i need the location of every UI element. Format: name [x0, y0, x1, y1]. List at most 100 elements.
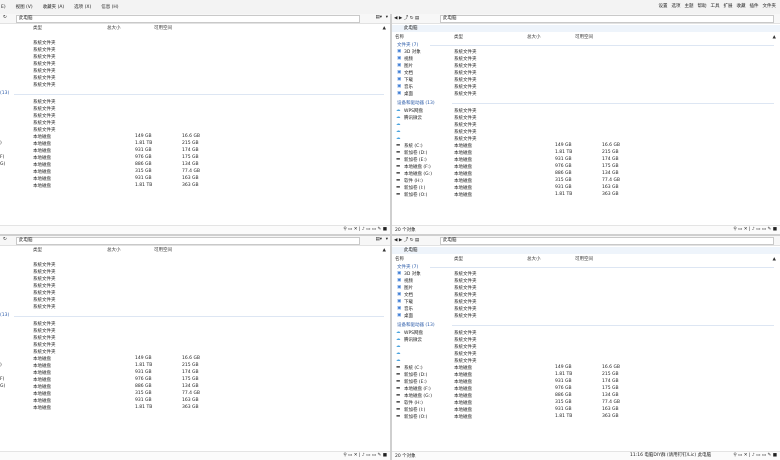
table-row[interactable]: ▬ 新加卷 (I:) 本地磁盘 931 GB 163 GB — [392, 407, 780, 414]
table-row[interactable]: 系统文件夹 — [0, 349, 390, 356]
header-type[interactable]: 类型 — [33, 247, 42, 253]
table-row[interactable]: ▬ 本地磁盘 (G:) 本地磁盘 886 GB 134 GB — [392, 393, 780, 400]
view-icon[interactable]: ▤▾ — [375, 237, 382, 242]
table-row[interactable]: 系统文件夹 — [0, 321, 390, 328]
menu-item[interactable]: 选项 (X) — [74, 5, 91, 10]
view-icon[interactable]: ▤▾ — [375, 15, 382, 20]
table-row[interactable]: 系统文件夹 — [0, 61, 390, 68]
nav-icons[interactable]: ◀ ▶ ⤴ ↻ ▤ — [394, 237, 419, 243]
header-type[interactable]: 类型 — [454, 256, 463, 262]
vertical-splitter[interactable] — [390, 14, 392, 460]
table-row[interactable]: 系统文件夹 — [0, 269, 390, 276]
menu-item[interactable]: 收藏夹 (A) — [43, 5, 65, 10]
table-row[interactable]: 系统文件夹 — [0, 342, 390, 349]
table-row[interactable]: 本地磁盘 315 GB 77.4 GB — [0, 169, 390, 176]
table-row[interactable]: ▣ 图片 系统文件夹 — [392, 63, 780, 70]
table-row[interactable]: ☁ 腾讯微云 系统文件夹 — [392, 115, 780, 122]
table-row[interactable]: 系统文件夹 — [0, 113, 390, 120]
table-row[interactable]: ☁ 系统文件夹 — [392, 122, 780, 129]
table-row[interactable]: ☁ 腾讯微云 系统文件夹 — [392, 337, 780, 344]
refresh-icon[interactable]: ↻ — [3, 15, 7, 20]
current-folder-row[interactable]: 此电脑 — [392, 25, 780, 32]
more-icon[interactable]: ▾ — [386, 15, 388, 20]
path-box[interactable]: 此电脑 — [440, 237, 774, 245]
status-icons[interactable]: ⚲ ▭ ✕ | ♪ ▭ ▭ ✎ ■ — [343, 453, 387, 458]
header-name[interactable]: 名称 — [395, 34, 404, 40]
toolbar-item[interactable]: 文件夹 — [763, 4, 777, 9]
table-row[interactable]: 本地磁盘 149 GB 16.6 GB — [0, 134, 390, 141]
table-row[interactable]: ▣ 3D 对象 系统文件夹 — [392, 271, 780, 278]
table-row[interactable]: 本地磁盘 931 GB 174 GB — [0, 370, 390, 377]
header-free[interactable]: 可用空间 — [154, 247, 172, 253]
table-row[interactable]: 本地磁盘 931 GB 174 GB — [0, 148, 390, 155]
table-row[interactable]: ▣ 音乐 系统文件夹 — [392, 84, 780, 91]
table-row[interactable]: F) 本地磁盘 976 GB 175 GB — [0, 155, 390, 162]
table-row[interactable]: 系统文件夹 — [0, 120, 390, 127]
header-free[interactable]: 可用空间 — [575, 34, 593, 40]
table-row[interactable]: ☁ 系统文件夹 — [392, 358, 780, 365]
table-row[interactable]: ▬ 本地磁盘 (F:) 本地磁盘 976 GB 175 GB — [392, 386, 780, 393]
table-row[interactable]: ▣ 桌面 系统文件夹 — [392, 91, 780, 98]
header-total[interactable]: 总大小 — [107, 25, 121, 31]
table-row[interactable]: ▬ 本地磁盘 (F:) 本地磁盘 976 GB 175 GB — [392, 164, 780, 171]
table-row[interactable]: ▣ 下载 系统文件夹 — [392, 77, 780, 84]
toolbar-item[interactable]: 设置 — [659, 4, 668, 9]
horizontal-splitter[interactable] — [0, 234, 780, 236]
group-folders[interactable]: 文件夹 (7) — [397, 264, 418, 270]
table-row[interactable]: 系统文件夹 — [0, 127, 390, 134]
table-row[interactable]: ▬ 软件 (H:) 本地磁盘 315 GB 77.4 GB — [392, 400, 780, 407]
toolbar-item[interactable]: 帮助 — [698, 4, 707, 9]
group-folders[interactable]: 文件夹 (7) — [397, 42, 418, 48]
table-row[interactable]: ▬ 软件 (H:) 本地磁盘 315 GB 77.4 GB — [392, 178, 780, 185]
path-box[interactable]: 此电脑 — [16, 237, 360, 245]
table-row[interactable]: ▬ 系统 (C:) 本地磁盘 149 GB 16.6 GB — [392, 143, 780, 150]
table-row[interactable]: ) 本地磁盘 1.81 TB 215 GB — [0, 141, 390, 148]
header-name[interactable]: 名称 — [395, 256, 404, 262]
path-box[interactable]: 此电脑 — [440, 15, 774, 23]
table-row[interactable]: 系统文件夹 — [0, 276, 390, 283]
toolbar-item[interactable]: 选项 — [672, 4, 681, 9]
group-devices[interactable]: 设备和驱动器 (13) — [397, 100, 435, 106]
table-row[interactable]: 系统文件夹 — [0, 297, 390, 304]
table-row[interactable]: 系统文件夹 — [0, 262, 390, 269]
table-row[interactable]: 本地磁盘 931 GB 163 GB — [0, 176, 390, 183]
menu-item[interactable]: 视图 (V) — [16, 5, 33, 10]
table-row[interactable]: ▬ 新加卷 (O:) 本地磁盘 1.81 TB 363 GB — [392, 414, 780, 421]
table-row[interactable]: ▣ 视频 系统文件夹 — [392, 278, 780, 285]
table-row[interactable]: ☁ 系统文件夹 — [392, 351, 780, 358]
table-row[interactable]: 系统文件夹 — [0, 75, 390, 82]
current-folder-row[interactable]: 此电脑 — [392, 247, 780, 254]
table-row[interactable]: 本地磁盘 1.81 TB 363 GB — [0, 183, 390, 190]
more-icon[interactable]: ▾ — [386, 237, 388, 242]
table-row[interactable]: ▣ 音乐 系统文件夹 — [392, 306, 780, 313]
table-row[interactable]: 本地磁盘 315 GB 77.4 GB — [0, 391, 390, 398]
table-row[interactable]: 系统文件夹 — [0, 68, 390, 75]
table-row[interactable]: 本地磁盘 931 GB 163 GB — [0, 398, 390, 405]
table-row[interactable]: ▣ 文档 系统文件夹 — [392, 70, 780, 77]
table-row[interactable]: 本地磁盘 1.81 TB 363 GB — [0, 405, 390, 412]
refresh-icon[interactable]: ↻ — [3, 237, 7, 242]
table-row[interactable]: ☁ WPS网盘 系统文件夹 — [392, 330, 780, 337]
table-row[interactable]: 系统文件夹 — [0, 99, 390, 106]
table-row[interactable]: F) 本地磁盘 976 GB 175 GB — [0, 377, 390, 384]
table-row[interactable]: ☁ 系统文件夹 — [392, 344, 780, 351]
table-row[interactable]: 系统文件夹 — [0, 82, 390, 89]
header-free[interactable]: 可用空间 — [575, 256, 593, 262]
header-free[interactable]: 可用空间 — [154, 25, 172, 31]
toolbar-item[interactable]: 收藏 — [737, 4, 746, 9]
table-row[interactable]: ▬ 新加卷 (D:) 本地磁盘 1.81 TB 215 GB — [392, 150, 780, 157]
table-row[interactable]: ☁ WPS网盘 系统文件夹 — [392, 108, 780, 115]
table-row[interactable]: 系统文件夹 — [0, 106, 390, 113]
table-row[interactable]: ▬ 新加卷 (I:) 本地磁盘 931 GB 163 GB — [392, 185, 780, 192]
header-type[interactable]: 类型 — [33, 25, 42, 31]
header-type[interactable]: 类型 — [454, 34, 463, 40]
status-icons[interactable]: ⚲ ▭ ✕ | ♪ ▭ ▭ ✎ ■ — [733, 227, 777, 232]
table-row[interactable]: 系统文件夹 — [0, 283, 390, 290]
menu-item[interactable]: E) — [1, 5, 6, 10]
table-row[interactable]: ▬ 本地磁盘 (G:) 本地磁盘 886 GB 134 GB — [392, 171, 780, 178]
table-row[interactable]: ▬ 新加卷 (O:) 本地磁盘 1.81 TB 363 GB — [392, 192, 780, 199]
table-row[interactable]: 系统文件夹 — [0, 54, 390, 61]
table-row[interactable]: ▣ 下载 系统文件夹 — [392, 299, 780, 306]
group-devices[interactable]: (13) — [0, 313, 9, 318]
table-row[interactable]: 本地磁盘 149 GB 16.6 GB — [0, 356, 390, 363]
